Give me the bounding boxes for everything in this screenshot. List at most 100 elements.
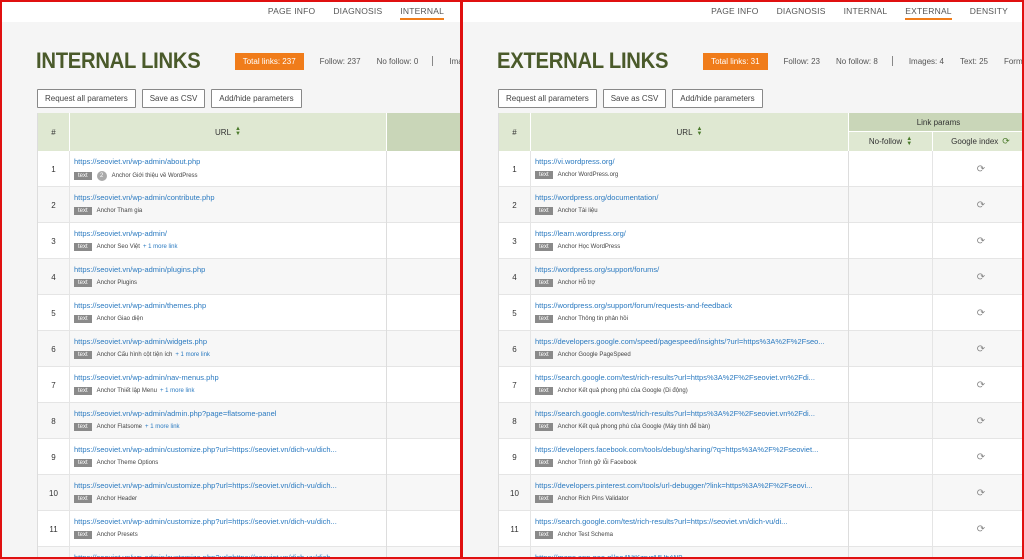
link-meta: text Anchor Cấu hình cột tiện ích + 1 more…	[74, 351, 386, 359]
refresh-icon[interactable]: ⟳	[933, 223, 1022, 259]
link-type-tag: text	[535, 495, 553, 503]
save-csv-button[interactable]: Save as CSV	[602, 89, 667, 108]
nofollow-cell	[849, 547, 933, 557]
refresh-icon[interactable]: ⟳	[933, 511, 1022, 547]
link-url[interactable]: https://seoviet.vn/wp-admin/widgets.php	[74, 337, 386, 346]
sort-icon[interactable]: ▲ ▼	[235, 126, 241, 137]
row-number	[499, 547, 531, 557]
request-all-parameters-button[interactable]: Request all parameters	[37, 89, 136, 108]
link-meta: text Anchor Presets	[74, 531, 386, 539]
link-meta: text Anchor WordPress.org	[535, 171, 848, 179]
column-url[interactable]: URL ▲ ▼	[70, 113, 387, 151]
link-url[interactable]: https://search.google.com/test/rich-resu…	[535, 517, 848, 526]
link-url[interactable]: https://seoviet.vn/wp-admin/themes.php	[74, 301, 386, 310]
refresh-icon[interactable]: ⟳	[933, 439, 1022, 475]
link-url[interactable]: https://maps.app.goo.gl/oo4NtKzrvcMUtyW9	[535, 553, 848, 557]
nav-tab-diagnosis[interactable]: DIAGNOSIS	[333, 2, 382, 20]
refresh-icon[interactable]: ⟳	[933, 151, 1022, 187]
link-url[interactable]: https://seoviet.vn/wp-admin/customize.ph…	[74, 445, 386, 454]
table-row: https://maps.app.goo.gl/oo4NtKzrvcMUtyW9	[499, 547, 1022, 557]
more-links-link[interactable]: + 1 more link	[160, 388, 195, 394]
url-cell: https://seoviet.vn/wp-admin/customize.ph…	[70, 511, 387, 547]
row-number: 4	[38, 259, 70, 295]
nav-tab-diagnosis[interactable]: DIAGNOSIS	[777, 2, 826, 20]
nav-tab-internal[interactable]: INTERNAL	[844, 2, 888, 20]
external-links-table: # URL ▲ ▼ Link params No-follow ▲ ▼ Google…	[498, 113, 1022, 557]
external-actions: Request all parameters Save as CSV Add/h…	[498, 89, 763, 108]
url-cell: https://developers.pinterest.com/tools/u…	[531, 475, 849, 511]
link-type-tag: text	[74, 459, 92, 467]
column-google-index[interactable]: Google index ⟳	[933, 132, 1022, 151]
column-nofollow[interactable]: No-follow ▲ ▼	[849, 132, 933, 151]
link-url[interactable]: https://seoviet.vn/wp-admin/plugins.php	[74, 265, 386, 274]
link-meta: text Anchor Tài liệu	[535, 207, 848, 215]
save-csv-button[interactable]: Save as CSV	[141, 89, 206, 108]
anchor-text: Anchor Theme Options	[96, 460, 159, 466]
refresh-icon[interactable]: ⟳	[933, 187, 1022, 223]
link-url[interactable]: https://seoviet.vn/wp-admin/contribute.p…	[74, 193, 386, 202]
column-url[interactable]: URL ▲ ▼	[531, 113, 849, 151]
external-links-panel: PAGE INFO DIAGNOSIS INTERNAL EXTERNAL DENSIT…	[461, 0, 1024, 559]
table-row: 7 https://search.google.com/test/rich-res…	[499, 367, 1022, 403]
refresh-icon[interactable]: ⟳	[933, 259, 1022, 295]
link-type-tag: text	[535, 531, 553, 539]
link-url[interactable]: https://wordpress.org/support/forums/	[535, 265, 848, 274]
table-row: 1 https://vi.wordpress.org/text Anchor Wor…	[499, 151, 1022, 187]
more-links-link[interactable]: + 1 more link	[175, 352, 210, 358]
refresh-icon[interactable]: ⟳	[933, 403, 1022, 439]
nav-tab-density[interactable]: DENSITY	[970, 2, 1008, 20]
link-url[interactable]: https://wordpress.org/support/forum/requ…	[535, 301, 848, 310]
divider	[891, 56, 893, 66]
link-url[interactable]: https://seoviet.vn/wp-admin/admin.php?pa…	[74, 409, 386, 418]
link-url[interactable]: https://seoviet.vn/wp-admin/	[74, 229, 386, 238]
table-body: 1 https://seoviet.vn/wp-admin/about.php te…	[38, 151, 460, 557]
nofollow-cell	[849, 187, 933, 223]
refresh-icon[interactable]: ⟳	[933, 331, 1022, 367]
anchor-text: Anchor Seo Việt	[96, 244, 140, 250]
link-url[interactable]: https://seoviet.vn/wp-admin/customize.ph…	[74, 553, 386, 557]
nav-tab-internal[interactable]: INTERNAL	[400, 2, 444, 20]
nav-tab-page-info[interactable]: PAGE INFO	[711, 2, 758, 20]
link-url[interactable]: https://wordpress.org/documentation/	[535, 193, 848, 202]
nav-tab-page-info[interactable]: PAGE INFO	[268, 2, 315, 20]
refresh-icon[interactable]: ⟳	[933, 367, 1022, 403]
link-url[interactable]: https://developers.pinterest.com/tools/u…	[535, 481, 848, 490]
row-number: 10	[499, 475, 531, 511]
add-hide-parameters-button[interactable]: Add/hide parameters	[672, 89, 763, 108]
link-type-tag: text	[74, 495, 92, 503]
nav-tab-external[interactable]: EXTERNAL	[905, 2, 952, 20]
refresh-icon[interactable]: ⟳	[933, 475, 1022, 511]
link-type-tag: text	[74, 531, 92, 539]
link-meta: text Anchor Học WordPress	[535, 243, 848, 251]
refresh-icon[interactable]: ⟳	[1002, 136, 1010, 147]
more-links-link[interactable]: + 1 more link	[143, 244, 178, 250]
more-links-link[interactable]: + 1 more link	[145, 424, 180, 430]
table-row: 5 https://seoviet.vn/wp-admin/themes.php t…	[38, 295, 460, 331]
url-cell: https://search.google.com/test/rich-resu…	[531, 511, 849, 547]
link-url[interactable]: https://seoviet.vn/wp-admin/customize.ph…	[74, 517, 386, 526]
anchor-text: Anchor Hỗ trợ	[557, 280, 596, 286]
link-url[interactable]: https://seoviet.vn/wp-admin/customize.ph…	[74, 481, 386, 490]
link-url[interactable]: https://seoviet.vn/wp-admin/about.php	[74, 157, 386, 166]
link-url[interactable]: https://developers.facebook.com/tools/de…	[535, 445, 848, 454]
url-cell: https://search.google.com/test/rich-resu…	[531, 403, 849, 439]
add-hide-parameters-button[interactable]: Add/hide parameters	[211, 89, 302, 108]
url-cell: https://seoviet.vn/wp-admin/about.php tex…	[70, 151, 387, 187]
link-url[interactable]: https://vi.wordpress.org/	[535, 157, 848, 166]
link-url[interactable]: https://learn.wordpress.org/	[535, 229, 848, 238]
url-cell: https://seoviet.vn/wp-admin/customize.ph…	[70, 439, 387, 475]
link-url[interactable]: https://search.google.com/test/rich-resu…	[535, 409, 848, 418]
anchor-text: Anchor WordPress.org	[557, 172, 619, 178]
link-url[interactable]: https://seoviet.vn/wp-admin/nav-menus.ph…	[74, 373, 386, 382]
link-meta: text Anchor Rich Pins Validator	[535, 495, 848, 503]
anchor-text: Anchor Học WordPress	[557, 244, 621, 250]
refresh-icon[interactable]: ⟳	[933, 295, 1022, 331]
link-url[interactable]: https://search.google.com/test/rich-resu…	[535, 373, 848, 382]
internal-links-panel: PAGE INFO DIAGNOSIS INTERNAL INTERNAL LINK…	[0, 0, 462, 559]
url-cell: https://seoviet.vn/wp-admin/nav-menus.ph…	[70, 367, 387, 403]
extra-cell	[387, 511, 460, 547]
request-all-parameters-button[interactable]: Request all parameters	[498, 89, 597, 108]
sort-icon[interactable]: ▲ ▼	[697, 126, 703, 137]
link-url[interactable]: https://developers.google.com/speed/page…	[535, 337, 848, 346]
sort-icon[interactable]: ▲ ▼	[906, 136, 912, 147]
